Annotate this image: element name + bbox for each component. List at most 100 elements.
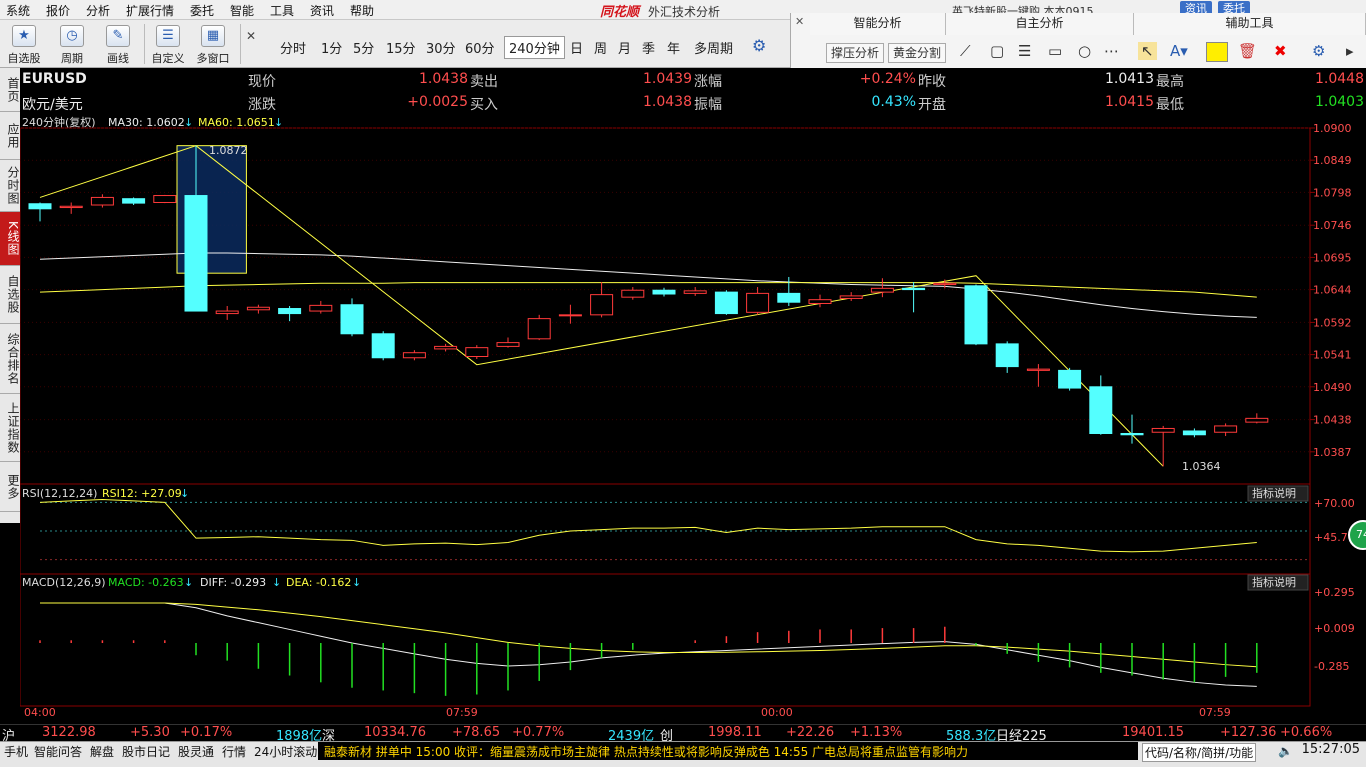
text-lines-icon[interactable]: ☰ [1018,42,1031,60]
candle-body [558,314,582,317]
candle-body [777,292,801,303]
candle-body [995,343,1019,368]
dots-icon[interactable]: ⋯ [1104,42,1119,60]
multiwindow-tool[interactable]: ▦ 多窗口 [195,23,231,67]
checklist-icon: ☰ [156,25,180,47]
macd-help-button[interactable]: 指标说明 [1252,575,1296,589]
rsi-help-button[interactable]: 指标说明 [1252,486,1296,500]
panel-close-icon[interactable]: ✕ [795,15,804,28]
line-draw-icon[interactable]: ⟋ [960,42,971,60]
remove-icon[interactable]: ✖ [1274,42,1287,60]
period-year[interactable]: 年 [667,38,680,57]
candle-body [1026,368,1050,371]
news-scroller[interactable]: 融泰新材 拼单中 15:00 收评：缩量震荡成市场主旋律 热点持续性或将影响反弹… [318,742,1138,760]
tab-aux-tools[interactable]: 辅助工具 [1134,13,1366,35]
watchlist-tool[interactable]: ★ 自选股 [6,23,42,67]
settings-gear-icon[interactable]: ⚙ [1312,42,1325,60]
status-item-diary[interactable]: 股市日记 [122,743,170,760]
menu-tools[interactable]: 工具 [270,2,294,19]
period-season[interactable]: 季 [642,38,655,57]
high-label: 1.0872 [209,144,248,157]
cursor-icon[interactable]: ↖ [1138,42,1157,60]
support-resistance-button[interactable]: 撑压分析 [826,43,885,63]
sidebar-item-watchlist[interactable]: 自选股 [0,266,20,324]
period-week[interactable]: 周 [594,38,607,57]
menu-trade[interactable]: 委托 [190,2,214,19]
value-last: 1.0438 [419,71,468,87]
menu-smart[interactable]: 智能 [230,2,254,19]
candle-body [28,203,52,210]
macd-lines [40,602,1257,687]
channel-icon[interactable]: ▭ [1048,42,1062,60]
rect-draw-icon[interactable]: ▢ [990,42,1004,60]
speaker-icon[interactable]: 🔈 [1278,744,1293,758]
candle-body [59,205,83,209]
status-item-rolling[interactable]: 24小时滚动 [254,743,317,760]
period-month[interactable]: 月 [618,38,631,57]
candle-body [1089,386,1113,435]
ticker-item: 3122.98 [42,725,96,740]
sidebar-item-apps[interactable]: 应用 [0,112,20,160]
tab-self-analysis[interactable]: 自主分析 [946,13,1134,35]
sidebar-item-shanghai-index[interactable]: 上证指数 [0,394,20,462]
ma30-arrow-icon: ↓ [184,116,193,129]
chart-area[interactable]: 1.0900 1.0849 1.0798 1.0746 1.0695 1.0644 1.05… [19,115,1366,724]
golden-section-button[interactable]: 黄金分割 [888,43,947,63]
period-tick[interactable]: 分时 [280,38,306,57]
sidebar-item-kline[interactable]: K线图 [0,212,20,266]
draw-tool[interactable]: ✎ 画线 [100,23,136,67]
menu-system[interactable]: 系统 [6,2,30,19]
brand-logo: 同花顺 [600,5,640,20]
custom-tool-label: 自定义 [151,52,185,65]
status-item-qa[interactable]: 智能问答 [34,743,82,760]
watchlist-tool-label: 自选股 [7,52,41,65]
label-low: 最低 [1156,97,1184,113]
period-30m[interactable]: 30分 [426,38,456,57]
menu-news[interactable]: 资讯 [310,2,334,19]
status-item-stock-spirit[interactable]: 股灵通 [178,743,214,760]
ticker-item: +22.26 [786,725,835,740]
menu-extended[interactable]: 扩展行情 [126,2,174,19]
label-amplitude: 振幅 [694,97,722,113]
close-icon[interactable]: ✕ [246,29,256,43]
menu-quote[interactable]: 报价 [46,2,70,19]
sidebar-item-timeshare[interactable]: 分时图 [0,160,20,212]
kline-svg[interactable]: 1.0900 1.0849 1.0798 1.0746 1.0695 1.0644 1.05… [19,115,1366,724]
period-5m[interactable]: 5分 [353,38,374,57]
custom-tool[interactable]: ☰ 自定义 [150,23,186,67]
clock: 15:27:05 [1301,742,1360,757]
candle-body [496,342,520,347]
period-1m[interactable]: 1分 [321,38,342,57]
cycle-tool[interactable]: ◷ 周期 [54,23,90,67]
period-multi[interactable]: 多周期 [694,38,733,57]
price-tick-label: 1.0798 [1313,186,1352,199]
sidebar-item-more[interactable]: 更多 [0,462,20,512]
ticker-item: 19401.15 [1122,725,1185,740]
status-item-mobile[interactable]: 手机 [4,743,28,760]
status-item-quotes[interactable]: 行情 [222,743,246,760]
status-item-interpret[interactable]: 解盘 [90,743,114,760]
gear-icon[interactable]: ⚙ [752,36,766,55]
value-ask: 1.0439 [643,71,692,87]
sidebar-item-home[interactable]: 首页 [0,68,20,112]
delete-icon[interactable]: 🗑 [1238,42,1257,60]
menu-analysis[interactable]: 分析 [86,2,110,19]
tab-smart-analysis[interactable]: 智能分析 [810,13,946,35]
menu-help[interactable]: 帮助 [350,2,374,19]
circle-draw-icon[interactable]: ○ [1078,42,1091,60]
ticker-item: +78.65 [452,725,501,740]
color-swatch[interactable] [1206,42,1228,62]
diff-arrow-icon: ↓ [272,576,281,589]
search-input[interactable]: 代码/名称/简拼/功能 [1142,743,1257,762]
period-15m[interactable]: 15分 [386,38,416,57]
price-tick-label: 1.0592 [1313,316,1352,329]
period-day[interactable]: 日 [570,38,583,57]
value-change-pct: +0.24% [859,71,916,87]
period-60m[interactable]: 60分 [465,38,495,57]
price-tick-label: 1.0746 [1313,219,1352,232]
font-icon[interactable]: A▾ [1170,42,1188,60]
price-tick-label: 1.0387 [1313,446,1352,459]
more-icon[interactable]: ▸ [1346,42,1354,60]
sidebar-item-ranking[interactable]: 综合排名 [0,324,20,394]
period-240m[interactable]: 240分钟 [504,36,565,59]
